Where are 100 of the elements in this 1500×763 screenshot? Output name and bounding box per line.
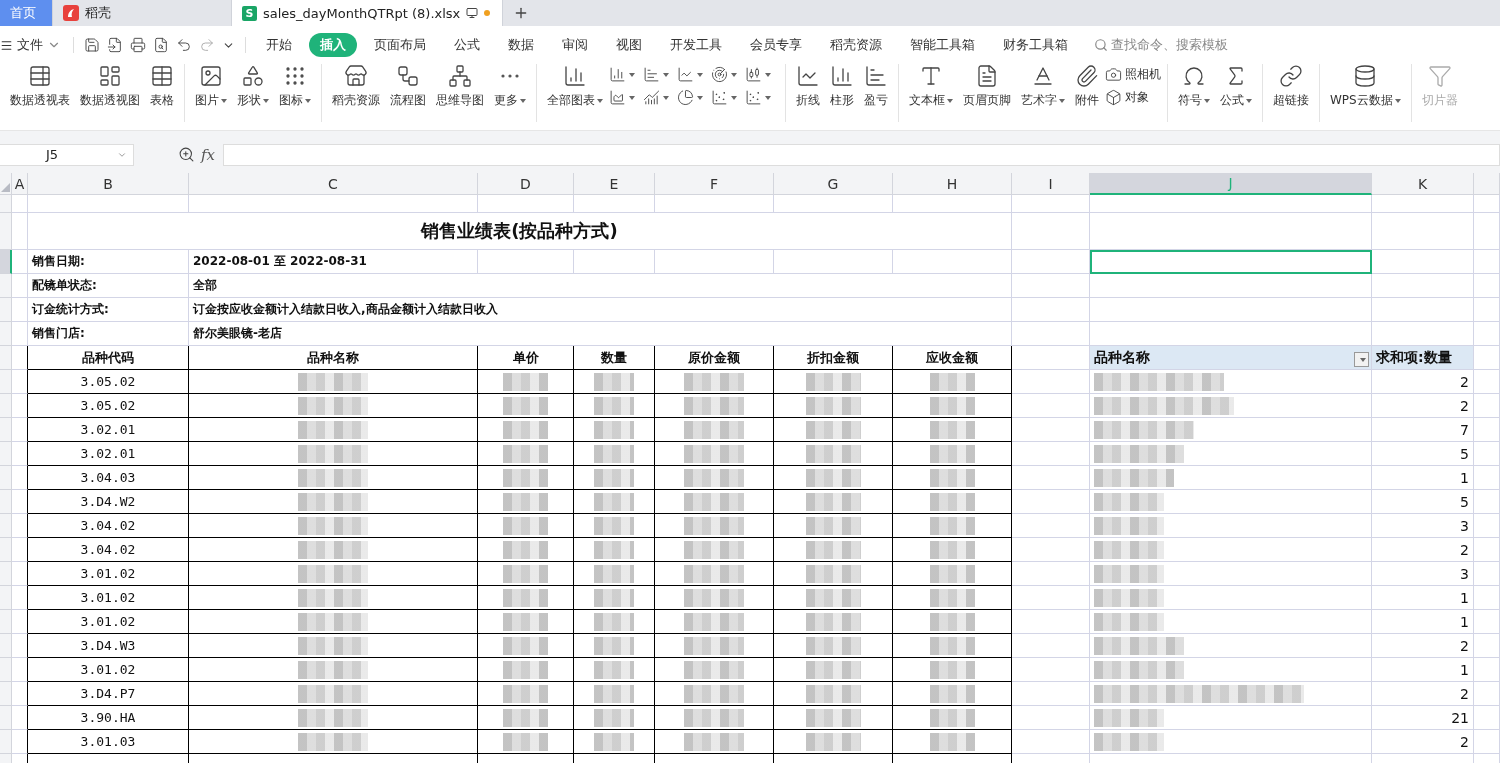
ribbon-button[interactable]: 柱形: [826, 64, 858, 109]
row-header[interactable]: [0, 250, 12, 274]
ribbon-button[interactable]: 符号: [1174, 64, 1214, 109]
sheet-cell[interactable]: [12, 586, 28, 610]
ribbon-button[interactable]: WPS云数据: [1326, 64, 1405, 109]
column-header[interactable]: F: [655, 173, 774, 195]
ribbon-button[interactable]: 盈亏: [860, 64, 892, 109]
ribbon-tab[interactable]: 会员专享: [739, 33, 813, 57]
sheet-cell[interactable]: [12, 730, 28, 754]
sheet-cell[interactable]: [12, 466, 28, 490]
ribbon-button[interactable]: 超链接: [1269, 64, 1313, 109]
column-header[interactable]: H: [893, 173, 1012, 195]
sheet-cell[interactable]: [12, 706, 28, 730]
row-header[interactable]: [0, 213, 12, 250]
ribbon-button[interactable]: 艺术字: [1017, 64, 1069, 109]
column-header[interactable]: C: [189, 173, 478, 195]
sheet-cell[interactable]: [12, 682, 28, 706]
sheet-cell[interactable]: [12, 418, 28, 442]
redacted-block: [805, 732, 861, 751]
ribbon-button[interactable]: 附件: [1071, 64, 1103, 109]
redacted-block: [503, 636, 548, 655]
export-icon[interactable]: [107, 37, 123, 53]
ribbon-tab[interactable]: 视图: [605, 33, 653, 57]
formula-input[interactable]: [223, 143, 1500, 166]
row-header[interactable]: [0, 195, 12, 213]
ribbon-tab[interactable]: 财务工具箱: [992, 33, 1079, 57]
redacted-block: [503, 396, 548, 415]
column-header[interactable]: B: [28, 173, 189, 195]
column-header[interactable]: D: [478, 173, 574, 195]
redacted-block: [684, 684, 744, 703]
select-all-corner[interactable]: [0, 173, 12, 195]
ribbon-button[interactable]: 稻壳资源: [328, 64, 384, 109]
sheet-cell[interactable]: [12, 442, 28, 466]
ribbon-tab[interactable]: 开始: [255, 33, 303, 57]
caret-icon: [597, 98, 603, 103]
sheet-cell[interactable]: [12, 394, 28, 418]
omega-icon: [1182, 64, 1206, 88]
ribbon-button[interactable]: 页眉页脚: [959, 64, 1015, 109]
file-menu[interactable]: 文件: [0, 36, 67, 54]
ribbon-button[interactable]: 图片: [191, 64, 231, 109]
ribbon-button[interactable]: 照相机: [1105, 66, 1161, 83]
column-header[interactable]: A: [12, 173, 28, 195]
shapes-icon: [241, 64, 265, 88]
save-icon[interactable]: [84, 37, 100, 53]
ribbon-button[interactable]: 图标: [275, 64, 315, 109]
sheet-cell[interactable]: [12, 658, 28, 682]
ribbon-button[interactable]: 全部图表: [543, 64, 607, 109]
redacted-block: [805, 588, 861, 607]
column-header[interactable]: K: [1372, 173, 1474, 195]
function-label[interactable]: fx: [201, 145, 215, 164]
sheet-cell[interactable]: [12, 346, 28, 370]
caret-icon: [697, 95, 703, 100]
ribbon-button[interactable]: 对象: [1105, 89, 1161, 106]
command-search[interactable]: 查找命令、搜索模板: [1094, 36, 1228, 54]
ribbon-tab[interactable]: 公式: [443, 33, 491, 57]
ribbon-button[interactable]: 文本框: [905, 64, 957, 109]
redo-icon[interactable]: [199, 37, 215, 53]
redacted-block: [594, 372, 634, 391]
column-header[interactable]: I: [1012, 173, 1090, 195]
ribbon-tab[interactable]: 开发工具: [659, 33, 733, 57]
print-preview-icon[interactable]: [153, 37, 169, 53]
redacted-block: [929, 612, 975, 631]
row-header[interactable]: [0, 274, 12, 298]
filter-dropdown-button[interactable]: [1354, 352, 1369, 367]
redacted-block: [684, 492, 744, 511]
ribbon-button[interactable]: 折线: [792, 64, 824, 109]
table-cell: 3.01.03: [28, 730, 189, 754]
column-header[interactable]: [1474, 173, 1500, 195]
ribbon-tab[interactable]: 数据: [497, 33, 545, 57]
row-header[interactable]: [0, 298, 12, 322]
ribbon-tab[interactable]: 审阅: [551, 33, 599, 57]
sheet-cell[interactable]: [12, 634, 28, 658]
column-header[interactable]: E: [574, 173, 655, 195]
redacted-block: [298, 684, 368, 703]
print-icon[interactable]: [130, 37, 146, 53]
ribbon-button[interactable]: 数据透视表: [6, 64, 74, 109]
sheet-cell[interactable]: [12, 610, 28, 634]
document-tab[interactable]: S sales_dayMonthQTRpt (8).xlsx: [232, 0, 503, 26]
undo-icon[interactable]: [176, 37, 192, 53]
ribbon-button[interactable]: 数据透视图: [76, 64, 144, 109]
ribbon-tab[interactable]: 稻壳资源: [819, 33, 893, 57]
sheet-cell[interactable]: [12, 370, 28, 394]
zoom-icon[interactable]: [178, 146, 195, 163]
ribbon-button[interactable]: 形状: [233, 64, 273, 109]
ribbon-tab[interactable]: 页面布局: [363, 33, 437, 57]
redacted-block: [503, 468, 548, 487]
stock-chart-icon: [745, 66, 762, 83]
sheet-cell[interactable]: [12, 514, 28, 538]
ribbon-button[interactable]: 更多: [490, 64, 530, 109]
sheet-cell[interactable]: [12, 538, 28, 562]
ribbon-button[interactable]: 公式: [1216, 64, 1256, 109]
ribbon-button[interactable]: 思维导图: [432, 64, 488, 109]
ribbon-button[interactable]: 表格: [146, 64, 178, 109]
pivot-value-cell: 3: [1372, 514, 1474, 538]
name-box[interactable]: J5: [0, 143, 134, 166]
sheet-cell[interactable]: [12, 490, 28, 514]
ribbon-button[interactable]: 流程图: [386, 64, 430, 109]
column-header[interactable]: G: [774, 173, 893, 195]
ribbon-tab[interactable]: 智能工具箱: [899, 33, 986, 57]
sheet-cell[interactable]: [12, 562, 28, 586]
